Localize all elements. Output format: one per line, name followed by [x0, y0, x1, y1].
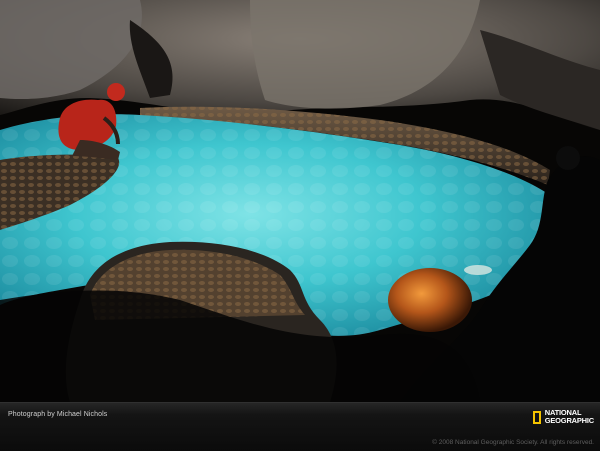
- copyright-notice: © 2008 National Geographic Society. All …: [432, 439, 594, 446]
- yellow-frame-icon: [532, 410, 541, 424]
- logo-wordmark: NATIONAL GEOGRAPHIC: [545, 409, 594, 425]
- national-geographic-logo[interactable]: NATIONAL GEOGRAPHIC: [532, 409, 594, 425]
- cave-photo: [0, 0, 600, 402]
- photo-credit: Photograph by Michael Nichols: [8, 411, 108, 418]
- logo-line2: GEOGRAPHIC: [544, 416, 594, 425]
- caption-bar: Photograph by Michael Nichols NATIONAL G…: [0, 402, 600, 451]
